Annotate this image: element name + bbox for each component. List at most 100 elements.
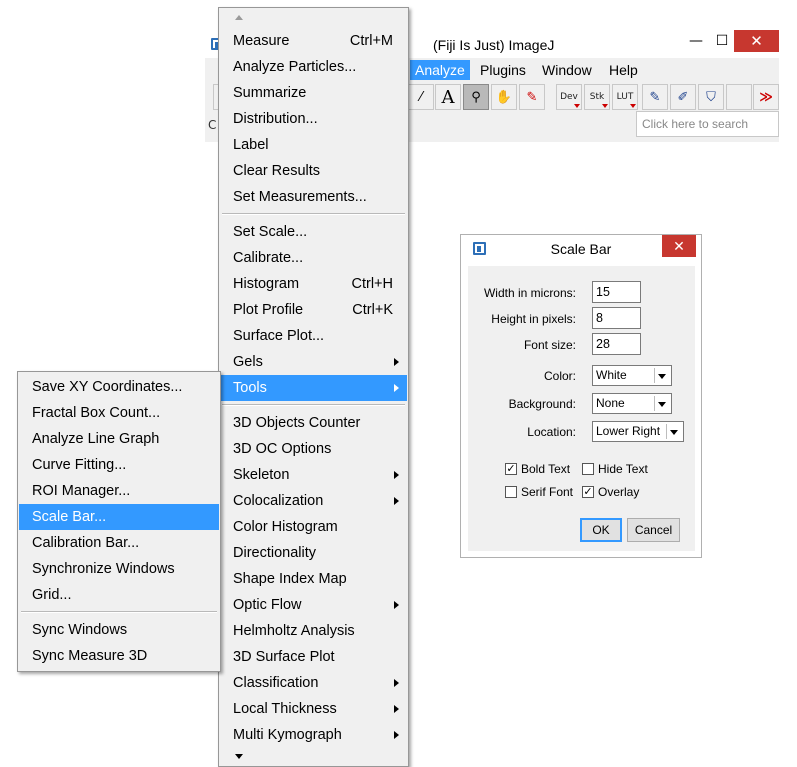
- menu-item-histogram[interactable]: Histogram Ctrl+H: [220, 271, 407, 297]
- menu-separator: [21, 611, 217, 613]
- color-label: Color:: [543, 369, 576, 383]
- menu-item-analyze-line-graph[interactable]: Analyze Line Graph: [19, 426, 219, 452]
- dialog-close-button[interactable]: ✕: [662, 235, 696, 257]
- pencil-tool-icon[interactable]: ✎: [642, 84, 668, 110]
- menu-item-set-scale[interactable]: Set Scale...: [220, 219, 407, 245]
- menu-item-sync-windows[interactable]: Sync Windows: [19, 617, 219, 643]
- menu-item-calibrate[interactable]: Calibrate...: [220, 245, 407, 271]
- menu-item-optic-flow[interactable]: Optic Flow: [220, 592, 407, 618]
- font-size-label: Font size:: [523, 338, 576, 352]
- menu-item-local-thickness[interactable]: Local Thickness: [220, 696, 407, 722]
- zoom-tool-icon[interactable]: ⚲: [463, 84, 489, 110]
- menu-item-distribution[interactable]: Distribution...: [220, 106, 407, 132]
- menu-scroll-up-icon[interactable]: [235, 15, 243, 20]
- menu-window[interactable]: Window: [537, 60, 597, 80]
- menu-help[interactable]: Help: [604, 60, 643, 80]
- shortcut-text: Ctrl+K: [352, 302, 393, 318]
- menu-separator: [222, 213, 405, 215]
- lut-tool-icon[interactable]: LUT: [612, 84, 638, 110]
- menu-item-label: Multi Kymograph: [233, 727, 342, 743]
- menu-item-roi-manager[interactable]: ROI Manager...: [19, 478, 219, 504]
- menu-item-directionality[interactable]: Directionality: [220, 540, 407, 566]
- menu-item-color-histogram[interactable]: Color Histogram: [220, 514, 407, 540]
- menu-item-summarize[interactable]: Summarize: [220, 80, 407, 106]
- color-picker-icon[interactable]: ✎: [519, 84, 545, 110]
- menu-item-sync-measure-3d[interactable]: Sync Measure 3D: [19, 643, 219, 669]
- hide-text-checkbox[interactable]: [582, 463, 594, 475]
- font-size-input[interactable]: 28: [592, 333, 641, 355]
- serif-font-label: Serif Font: [521, 485, 574, 499]
- menu-item-set-measurements[interactable]: Set Measurements...: [220, 184, 407, 210]
- menu-item-multi-kymograph[interactable]: Multi Kymograph: [220, 722, 407, 748]
- menu-item-shape-index-map[interactable]: Shape Index Map: [220, 566, 407, 592]
- chevron-down-icon: [654, 396, 669, 411]
- menu-analyze[interactable]: Analyze: [410, 60, 470, 80]
- submenu-arrow-icon: [394, 679, 399, 687]
- ok-button[interactable]: OK: [580, 518, 622, 542]
- menu-item-label: Local Thickness: [233, 701, 337, 717]
- menu-item-label: Skeleton: [233, 467, 290, 483]
- color-select[interactable]: White: [592, 365, 672, 386]
- menu-item-synchronize-windows[interactable]: Synchronize Windows: [19, 556, 219, 582]
- text-tool-icon[interactable]: A: [435, 84, 461, 110]
- menu-item-skeleton[interactable]: Skeleton: [220, 462, 407, 488]
- flood-fill-tool-icon[interactable]: ⛉: [698, 84, 724, 110]
- width-label: Width in microns:: [483, 286, 576, 300]
- menu-item-3d-oc-options[interactable]: 3D OC Options: [220, 436, 407, 462]
- tools-submenu: Save XY Coordinates... Fractal Box Count…: [17, 371, 221, 672]
- select-value: Lower Right: [596, 424, 661, 438]
- menu-separator: [222, 404, 405, 406]
- menu-scroll-down-icon[interactable]: [235, 754, 243, 759]
- menu-item-label: Colocalization: [233, 493, 324, 509]
- menu-item-label[interactable]: Label: [220, 132, 407, 158]
- menu-item-clear-results[interactable]: Clear Results: [220, 158, 407, 184]
- window-title: (Fiji Is Just) ImageJ: [433, 37, 555, 53]
- submenu-arrow-icon: [394, 384, 399, 392]
- overlay-label: Overlay: [598, 485, 640, 499]
- maximize-button[interactable]: ☐: [707, 30, 737, 52]
- overlay-checkbox[interactable]: ✓: [582, 486, 594, 498]
- wand-tool-icon[interactable]: ⁄: [408, 84, 434, 110]
- menu-item-measure[interactable]: Measure Ctrl+M: [220, 28, 407, 54]
- menu-item-colocalization[interactable]: Colocalization: [220, 488, 407, 514]
- height-input[interactable]: 8: [592, 307, 641, 329]
- shortcut-text: Ctrl+M: [349, 33, 393, 49]
- width-input[interactable]: 15: [592, 281, 641, 303]
- brush-tool-icon[interactable]: ✐: [670, 84, 696, 110]
- menu-item-fractal-box-count[interactable]: Fractal Box Count...: [19, 400, 219, 426]
- menu-item-calibration-bar[interactable]: Calibration Bar...: [19, 530, 219, 556]
- menu-item-save-xy-coordinates[interactable]: Save XY Coordinates...: [19, 374, 219, 400]
- serif-font-checkbox[interactable]: [505, 486, 517, 498]
- menu-item-curve-fitting[interactable]: Curve Fitting...: [19, 452, 219, 478]
- background-label: Background:: [508, 397, 576, 411]
- menu-item-classification[interactable]: Classification: [220, 670, 407, 696]
- menu-item-plot-profile[interactable]: Plot Profile Ctrl+K: [220, 297, 407, 323]
- submenu-arrow-icon: [394, 497, 399, 505]
- bold-text-checkbox[interactable]: ✓: [505, 463, 517, 475]
- menu-item-label: Plot Profile: [233, 302, 304, 318]
- menu-item-3d-objects-counter[interactable]: 3D Objects Counter: [220, 410, 407, 436]
- menu-item-gels[interactable]: Gels: [220, 349, 407, 375]
- menu-plugins[interactable]: Plugins: [475, 60, 531, 80]
- menu-item-scale-bar[interactable]: Scale Bar...: [19, 504, 219, 530]
- select-value: White: [596, 368, 627, 382]
- cancel-button[interactable]: Cancel: [627, 518, 680, 542]
- menu-item-grid[interactable]: Grid...: [19, 582, 219, 608]
- empty-tool-slot[interactable]: [726, 84, 752, 110]
- close-button[interactable]: ✕: [734, 30, 779, 52]
- background-select[interactable]: None: [592, 393, 672, 414]
- menu-item-analyze-particles[interactable]: Analyze Particles...: [220, 54, 407, 80]
- stk-tool-icon[interactable]: Stk: [584, 84, 610, 110]
- location-select[interactable]: Lower Right: [592, 421, 684, 442]
- hand-tool-icon[interactable]: ✋: [491, 84, 517, 110]
- search-input[interactable]: Click here to search: [636, 111, 779, 137]
- menu-item-surface-plot[interactable]: Surface Plot...: [220, 323, 407, 349]
- select-value: None: [596, 396, 625, 410]
- menu-item-tools[interactable]: Tools: [220, 375, 407, 401]
- submenu-arrow-icon: [394, 705, 399, 713]
- dev-tool-icon[interactable]: Dev: [556, 84, 582, 110]
- submenu-arrow-icon: [394, 471, 399, 479]
- more-tools-icon[interactable]: ≫: [753, 84, 779, 110]
- menu-item-3d-surface-plot[interactable]: 3D Surface Plot: [220, 644, 407, 670]
- menu-item-helmholtz-analysis[interactable]: Helmholtz Analysis: [220, 618, 407, 644]
